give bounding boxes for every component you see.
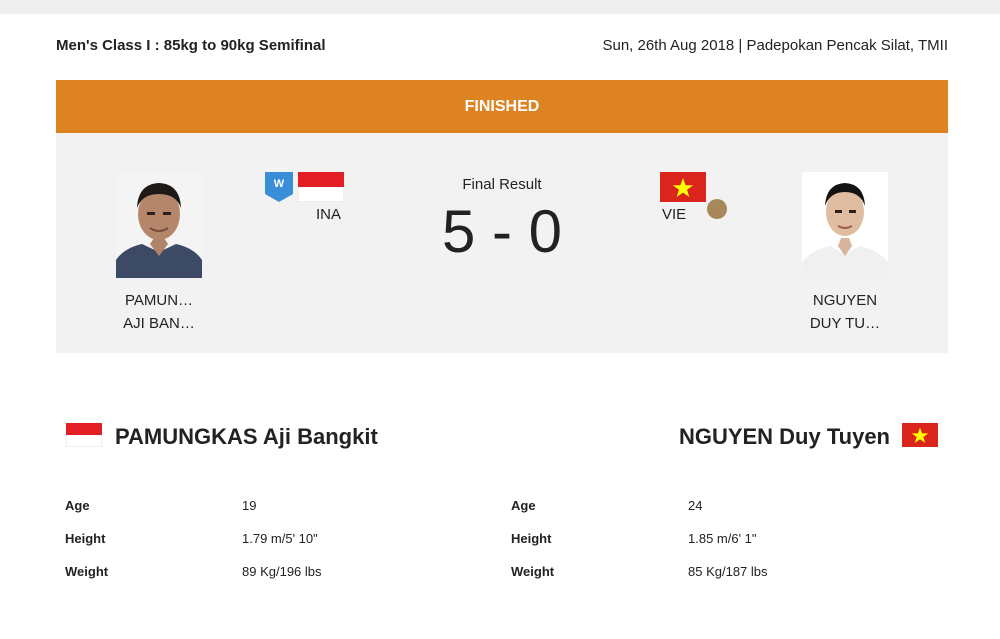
match-status-bar: FINISHED — [56, 80, 948, 133]
athlete-right-height-value: 1.85 m/6' 1" — [688, 531, 757, 546]
athlete-right-short-name[interactable]: NGUYEN DUY TU… — [775, 289, 915, 335]
athlete-left-full-name[interactable]: PAMUNGKAS Aji Bangkit — [115, 424, 378, 450]
athlete-right-age-value: 24 — [688, 498, 703, 513]
athlete-left-height-label: Height — [65, 531, 106, 546]
athlete-right-full-name[interactable]: NGUYEN Duy Tuyen — [679, 424, 890, 450]
athlete-right-weight-value: 85 Kg/187 lbs — [688, 564, 768, 579]
athlete-left-age-value: 19 — [242, 498, 257, 513]
athlete-left-height-value: 1.79 m/5' 10" — [242, 531, 318, 546]
athlete-left-short-name[interactable]: PAMUN… AJI BAN… — [89, 289, 229, 335]
final-result-label: Final Result — [462, 176, 542, 193]
athlete-left-weight-label: Weight — [65, 564, 109, 579]
athlete-right-age-label: Age — [511, 498, 536, 513]
athlete-right-country-code: VIE — [662, 206, 687, 223]
athlete-right-weight-label: Weight — [511, 564, 555, 579]
indonesia-flag-icon — [298, 172, 344, 202]
athlete-right-photo[interactable] — [802, 172, 888, 278]
bronze-medal-icon — [707, 199, 727, 219]
vietnam-flag-icon — [660, 172, 706, 202]
final-score: 5 - 0 — [441, 198, 563, 265]
athlete-right-short-name-line2: DUY TU… — [809, 315, 881, 332]
vietnam-flag-small-icon — [902, 423, 938, 447]
indonesia-flag-small-icon — [66, 423, 102, 447]
athlete-right-height-label: Height — [511, 531, 552, 546]
athlete-right-short-name-line1: NGUYEN — [812, 292, 878, 309]
winner-badge-letter: W — [274, 178, 285, 190]
athlete-left-photo[interactable] — [116, 172, 202, 278]
athlete-left-age-label: Age — [65, 498, 90, 513]
event-date-venue: Sun, 26th Aug 2018 | Padepokan Pencak Si… — [602, 37, 948, 54]
athlete-left-short-name-line2: AJI BAN… — [123, 315, 195, 332]
athlete-left-weight-value: 89 Kg/196 lbs — [242, 564, 322, 579]
athlete-left-country-code: INA — [316, 206, 342, 223]
winner-badge-icon: W — [265, 172, 293, 202]
event-title: Men's Class I : 85kg to 90kg Semifinal — [56, 37, 326, 54]
athlete-left-short-name-line1: PAMUN… — [124, 292, 194, 309]
top-strip — [0, 0, 1000, 14]
match-status-label: FINISHED — [464, 97, 540, 115]
